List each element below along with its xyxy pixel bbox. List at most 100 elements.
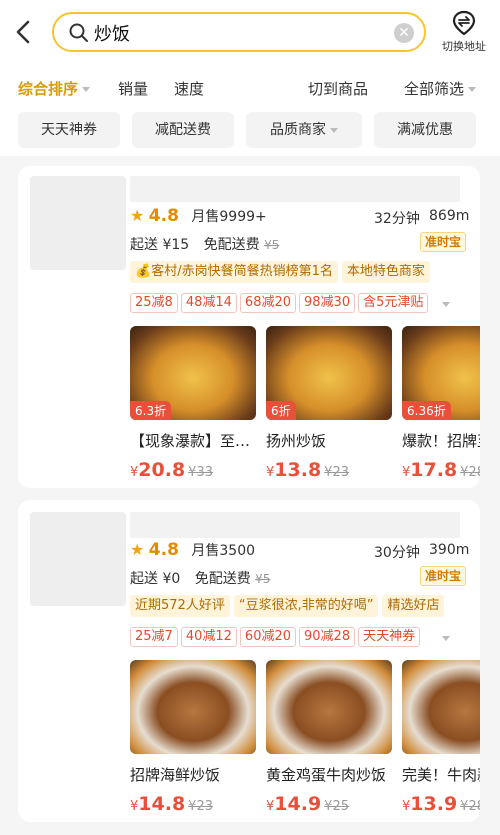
sort-comprehensive[interactable]: 综合排序: [18, 78, 91, 99]
dish-item[interactable]: 招牌海鲜炒饭 ¥14.8 ¥23: [130, 660, 256, 815]
dish-price-value: 13.9: [410, 793, 458, 815]
dish-image: [266, 660, 392, 754]
chip-quality-merchant[interactable]: 品质商家: [246, 112, 362, 148]
dish-old-price: ¥23: [324, 465, 349, 480]
discount-badge: 6.3折: [130, 401, 172, 420]
promo-tag: 40减12: [180, 627, 237, 647]
dish-price-value: 14.9: [274, 793, 322, 815]
on-time-badge: 准时宝: [419, 566, 466, 586]
sort-sales[interactable]: 销量: [118, 78, 148, 99]
promo-tag: 98减30: [299, 293, 356, 313]
rank-tag[interactable]: 💰客村/赤岗快餐简餐热销榜第1名: [130, 261, 338, 283]
promo-tag: 25减7: [130, 627, 178, 647]
store-rating-row: ★ 4.8 月售9999+: [130, 206, 267, 226]
on-time-badge: 准时宝: [419, 232, 466, 252]
store-logo: [30, 512, 126, 606]
monthly-sales: 月售9999+: [191, 209, 267, 225]
distance: 869m: [429, 208, 470, 224]
review-quote: “豆浆很浓,非常的好喝”: [233, 595, 379, 617]
chevron-down-icon: [468, 87, 477, 92]
dish-price: ¥14.9 ¥25: [266, 793, 349, 815]
chip-quality-merchant-label: 品质商家: [270, 122, 326, 138]
store-name: [130, 176, 460, 202]
discount-badge: 6折: [266, 401, 296, 420]
money-bag-icon: 💰: [135, 264, 152, 279]
dish-old-price: ¥33: [188, 465, 213, 480]
chip-reduced-delivery[interactable]: 减配送费: [132, 112, 234, 148]
search-icon: [69, 23, 88, 42]
store-rating-row: ★ 4.8 月售3500: [130, 540, 255, 560]
clear-icon[interactable]: ✕: [394, 23, 414, 43]
dish-old-price: ¥28: [460, 465, 480, 480]
sort-bar: 综合排序 销量 速度 切到商品 全部筛选: [0, 66, 500, 110]
dish-image: [130, 660, 256, 754]
delivery-fee-old: ¥5: [264, 238, 280, 252]
filter-chips: 天天神券 减配送费 品质商家 满减优惠: [0, 110, 500, 156]
dish-price: ¥13.9¥28: [402, 793, 480, 815]
featured-tag: 精选好店: [382, 595, 445, 617]
dish-price: ¥20.8 ¥33: [130, 459, 213, 481]
store-delivery-row: 起送 ¥15 免配送费 ¥5: [130, 234, 279, 254]
star-icon: ★: [130, 206, 145, 225]
delivery-fee: 免配送费: [203, 237, 260, 253]
switch-address-button[interactable]: 切换地址: [434, 10, 494, 54]
promo-tags: 25减8 48减14 68减20 98减30 含5元津贴: [130, 293, 431, 315]
monthly-sales: 月售3500: [191, 543, 256, 559]
dish-item[interactable]: 完美！牛肉蒜 ¥13.9¥28: [402, 660, 480, 815]
delivery-time: 32分钟: [374, 211, 420, 227]
dish-item[interactable]: 6.36折 爆款！招牌至 ¥17.8¥28: [402, 326, 480, 481]
switch-address-label: 切换地址: [442, 40, 486, 53]
dish-price: ¥13.8 ¥23: [266, 459, 349, 481]
dish-image: 6.3折: [130, 326, 256, 420]
dish-old-price: ¥28: [460, 799, 480, 814]
dish-price: ¥14.8 ¥23: [130, 793, 213, 815]
dish-name: 爆款！招牌至: [402, 432, 480, 450]
back-arrow-icon[interactable]: [10, 18, 38, 46]
store-delivery-row: 起送 ¥0 免配送费 ¥5: [130, 568, 270, 588]
all-filters-label: 全部筛选: [404, 80, 465, 98]
rank-tags: 💰客村/赤岗快餐简餐热销榜第1名 本地特色商家: [130, 261, 434, 283]
dish-price-value: 17.8: [410, 459, 458, 481]
review-tag: 近期572人好评: [130, 595, 230, 617]
min-order: 起送 ¥0: [130, 571, 181, 587]
dish-name: 完美！牛肉蒜: [402, 766, 480, 784]
sort-speed[interactable]: 速度: [174, 78, 204, 99]
dish-price-value: 20.8: [138, 459, 186, 481]
switch-to-products[interactable]: 切到商品: [308, 78, 368, 99]
chevron-down-icon: [330, 127, 338, 133]
delivery-fee: 免配送费: [194, 571, 251, 587]
store-card[interactable]: ★ 4.8 月售9999+ 32分钟 869m 起送 ¥15 免配送费 ¥5 准…: [18, 166, 480, 488]
dish-old-price: ¥25: [324, 799, 349, 814]
promo-tag: 含5元津贴: [358, 293, 429, 313]
search-input[interactable]: 炒饭 ✕: [52, 12, 426, 52]
store-logo: [30, 176, 126, 270]
chevron-down-icon[interactable]: [442, 302, 450, 307]
dish-name: 招牌海鲜炒饭: [130, 766, 221, 784]
chevron-down-icon[interactable]: [442, 636, 450, 641]
promo-tag: 天天神券: [358, 627, 421, 647]
store-card[interactable]: ★ 4.8 月售3500 30分钟 390m 起送 ¥0 免配送费 ¥5 准时宝…: [18, 500, 480, 822]
dish-image: [402, 660, 480, 754]
promo-tag: 48减14: [180, 293, 237, 313]
dish-old-price: ¥23: [188, 799, 213, 814]
search-query[interactable]: 炒饭: [94, 20, 130, 46]
distance: 390m: [429, 542, 470, 558]
discount-badge: 6.36折: [402, 401, 451, 420]
delivery-fee-old: ¥5: [255, 572, 271, 586]
dish-item[interactable]: 黄金鸡蛋牛肉炒饭 ¥14.9 ¥25: [266, 660, 392, 815]
dish-name: 【现象瀑款】至…: [130, 432, 251, 450]
min-order: 起送 ¥15: [130, 237, 190, 253]
chip-daily-coupon[interactable]: 天天神券: [18, 112, 120, 148]
rank-tag-label: 客村/赤岗快餐简餐热销榜第1名: [151, 264, 333, 279]
dish-price-value: 14.8: [138, 793, 186, 815]
promo-tag: 25减8: [130, 293, 178, 313]
all-filters[interactable]: 全部筛选: [404, 78, 477, 99]
promo-tag: 68减20: [239, 293, 297, 313]
chevron-down-icon: [82, 87, 91, 92]
dish-item[interactable]: 6折 扬州炒饭 ¥13.8 ¥23: [266, 326, 392, 481]
dish-item[interactable]: 6.3折 【现象瀑款】至… ¥20.8 ¥33: [130, 326, 256, 481]
chip-full-reduction[interactable]: 满减优惠: [374, 112, 476, 148]
promo-tag: 90减28: [299, 627, 356, 647]
promo-tags: 25减7 40减12 60减20 90减28 天天神券: [130, 627, 423, 649]
dish-name: 黄金鸡蛋牛肉炒饭: [266, 766, 387, 784]
